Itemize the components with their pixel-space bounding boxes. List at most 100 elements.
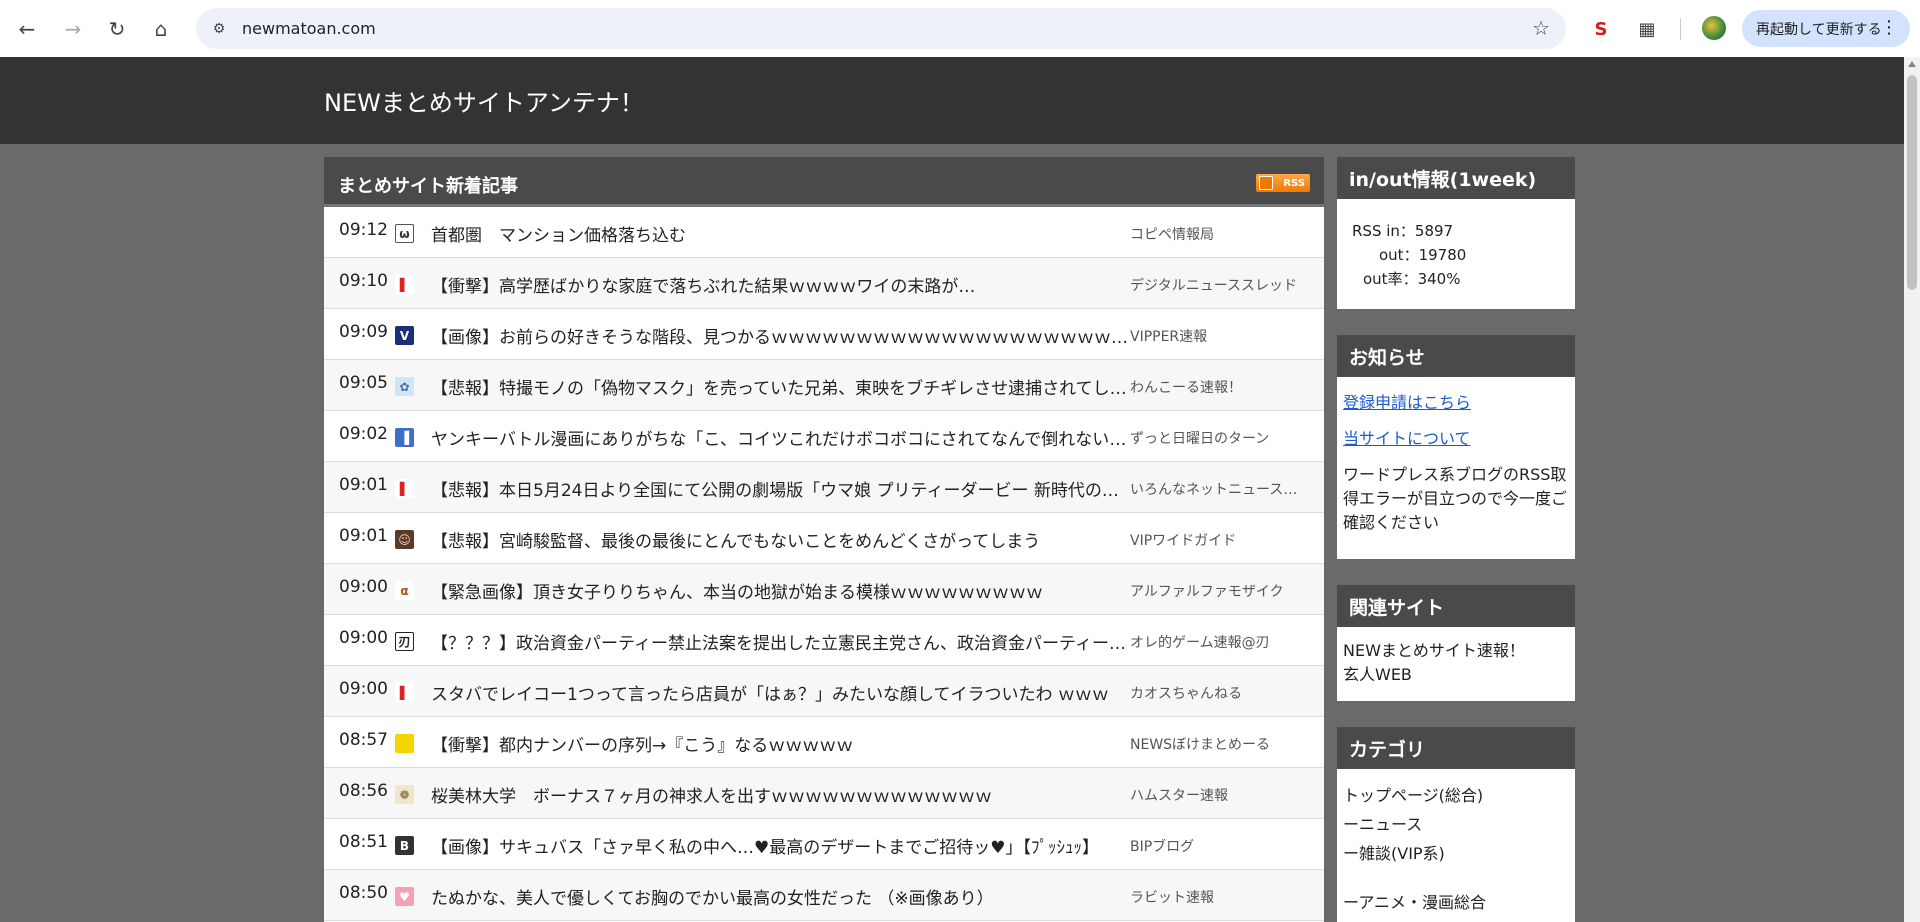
menu-dots-icon[interactable]: ⋮ (1880, 17, 1898, 38)
v-icon: V (395, 326, 414, 345)
inout-widget: in/out情報(1week) RSS in：5897 out：19780 ou… (1337, 157, 1575, 309)
register-link[interactable]: 登録申請はこちら (1343, 391, 1569, 415)
notice-text: ワードプレス系ブログのRSS取得エラーが目立つので今一度ご確認ください (1343, 465, 1568, 532)
notice-widget: お知らせ 登録申請はこちら 当サイトについて ワードプレス系ブログのRSS取得エ… (1337, 335, 1575, 559)
restart-update-button[interactable]: 再起動して更新する ⋮ (1742, 10, 1910, 47)
reload-icon[interactable]: ↻ (102, 14, 132, 44)
article-source-link[interactable]: わんこーる速報！ (1130, 377, 1310, 397)
home-icon[interactable]: ⌂ (146, 14, 176, 44)
article-row[interactable]: 09:10 ▌ 【衝撃】高学歴ばかりな家庭で落ちぶれた結果ｗｗｗｗワイの末路が… デジ… (324, 258, 1324, 309)
article-headline-link[interactable]: スタバでレイコー1つって言ったら店員が「はぁ？」みたいな顔してイラついたわ ｗｗ… (431, 680, 1129, 705)
article-headline-link[interactable]: 【悲報】特撮モノの「偽物マスク」を売っていた兄弟、東映をブチギレさせ逮捕されてし… (431, 374, 1129, 399)
article-row[interactable]: 09:05 ✿ 【悲報】特撮モノの「偽物マスク」を売っていた兄弟、東映をブチギレさせ… (324, 360, 1324, 411)
article-row[interactable]: 09:00 ▌ スタバでレイコー1つって言ったら店員が「はぁ？」みたいな顔してイラつ… (324, 666, 1324, 717)
article-headline-link[interactable]: 【悲報】宮崎駿監督、最後の最後にとんでもないことをめんどくさがってしまう (431, 527, 1129, 552)
article-time: 09:00 (339, 577, 388, 597)
article-source-link[interactable]: コピペ情報局 (1130, 224, 1310, 244)
article-headline-link[interactable]: 【緊急画像】頂き女子りりちゃん、本当の地獄が始まる模様ｗｗｗｗｗｗｗｗｗ (431, 578, 1129, 603)
article-headline-link[interactable]: 首都圏 マンション価格落ち込む (431, 221, 1129, 246)
article-source-link[interactable]: いろんなネットニュースまとめ (1130, 479, 1310, 499)
article-headline-link[interactable]: 【衝撃】都内ナンバーの序列→『こう』なるｗｗｗｗｗ (431, 731, 1129, 756)
scroll-up-icon[interactable] (1908, 61, 1916, 67)
article-source-link[interactable]: ずっと日曜日のターン (1130, 428, 1310, 448)
article-time: 09:05 (339, 373, 388, 393)
site-header: NEWまとめサイトアンテナ！ (0, 57, 1904, 144)
red-box-icon: ▌ (395, 275, 414, 294)
category-item[interactable]: ーアニメ・漫画総合 (1343, 888, 1569, 917)
category-item[interactable]: トップページ(総合) (1343, 781, 1569, 810)
about-link[interactable]: 当サイトについて (1343, 427, 1569, 451)
article-source-link[interactable]: アルファルファモザイク (1130, 581, 1310, 601)
url-text[interactable]: newmatoan.com (242, 19, 376, 38)
article-headline-link[interactable]: 【衝撃】高学歴ばかりな家庭で落ちぶれた結果ｗｗｗｗワイの末路が… (431, 272, 1129, 297)
profile-avatar[interactable] (1702, 16, 1726, 40)
rabbit-icon: ♥ (395, 887, 414, 906)
rss-icon (1259, 176, 1273, 190)
anime-icon: ✿ (395, 377, 414, 396)
bookmark-star-icon[interactable]: ☆ (1532, 16, 1550, 40)
article-row[interactable]: 09:00 α 【緊急画像】頂き女子りりちゃん、本当の地獄が始まる模様ｗｗｗｗｗｗｗ… (324, 564, 1324, 615)
article-list-panel: まとめサイト新着記事 RSS 09:12 ω 首都圏 マンション価格落ち込む コピペ情… (324, 157, 1324, 922)
forward-icon[interactable]: → (58, 14, 88, 44)
article-source-link[interactable]: デジタルニューススレッド (1130, 275, 1310, 295)
article-time: 09:09 (339, 322, 388, 342)
article-row[interactable]: 08:50 ♥ たぬかな、美人で優しくてお胸のでかい最高の女性だった （※画像あり）… (324, 870, 1324, 921)
related-sites-widget: 関連サイト NEWまとめサイト速報！ 玄人WEB (1337, 585, 1575, 701)
article-row[interactable]: 09:01 ☺ 【悲報】宮崎駿監督、最後の最後にとんでもないことをめんどくさがってし… (324, 513, 1324, 564)
article-headline-link[interactable]: 桜美林大学 ボーナス７ヶ月の神求人を出すｗｗｗｗｗｗｗｗｗｗｗｗｗ (431, 782, 1129, 807)
article-row[interactable]: 08:56 ❁ 桜美林大学 ボーナス７ヶ月の神求人を出すｗｗｗｗｗｗｗｗｗｗｗｗｗ ハ… (324, 768, 1324, 819)
blue-box-icon: ▐ (395, 428, 414, 447)
article-time: 09:02 (339, 424, 388, 444)
article-row[interactable]: 09:12 ω 首都圏 マンション価格落ち込む コピペ情報局 (324, 207, 1324, 258)
extensions-puzzle-icon[interactable]: ▦ (1634, 16, 1660, 42)
article-row[interactable]: 09:09 V 【画像】お前らの好きそうな階段、見つかるｗｗｗｗｗｗｗｗｗｗｗｗｗｗ… (324, 309, 1324, 360)
related-site-item[interactable]: 玄人WEB (1343, 663, 1569, 687)
related-sites-title: 関連サイト (1337, 585, 1575, 627)
related-site-item[interactable]: NEWまとめサイト速報！ (1343, 639, 1569, 663)
red-box-icon: ▌ (395, 479, 414, 498)
article-row[interactable]: 09:02 ▐ ヤンキーバトル漫画にありがちな「こ、コイツこれだけボコボコにされてな… (324, 411, 1324, 462)
article-row[interactable]: 08:57 【衝撃】都内ナンバーの序列→『こう』なるｗｗｗｗｗ NEWSぼけまとめー… (324, 717, 1324, 768)
article-source-link[interactable]: VIPワイドガイド (1130, 530, 1310, 550)
article-time: 09:12 (339, 220, 388, 240)
article-source-link[interactable]: カオスちゃんねる (1130, 683, 1310, 703)
b-icon: B (395, 836, 414, 855)
article-row[interactable]: 09:00 刃【？？？】政治資金パーティー禁止法案を提出した立憲民主党さん、政治資… (324, 615, 1324, 666)
article-rows: 09:12 ω 首都圏 マンション価格落ち込む コピペ情報局 09:10 ▌ 【衝撃】高学歴… (324, 207, 1324, 921)
article-source-link[interactable]: ハムスター速報 (1130, 785, 1310, 805)
page-scrollbar[interactable] (1904, 57, 1920, 922)
red-box-icon: ▌ (395, 683, 414, 702)
article-headline-link[interactable]: ヤンキーバトル漫画にありがちな「こ、コイツこれだけボコボコにされてなんで倒れない… (431, 425, 1129, 450)
article-row[interactable]: 08:51 B 【画像】サキュバス「さァ早く私の中へ…♥最高のデザートまでご招待ッ♥… (324, 819, 1324, 870)
toolbar-divider (1680, 18, 1681, 40)
article-time: 08:51 (339, 832, 388, 852)
scrollbar-thumb[interactable] (1907, 75, 1917, 290)
article-headline-link[interactable]: たぬかな、美人で優しくてお胸のでかい最高の女性だった （※画像あり） (431, 884, 1129, 909)
article-headline-link[interactable]: 【画像】サキュバス「さァ早く私の中へ…♥最高のデザートまでご招待ッ♥」【ﾌﾟｯｼ… (431, 833, 1129, 858)
article-source-link[interactable]: BIPブログ (1130, 836, 1310, 856)
portrait-icon: ☺ (395, 530, 414, 549)
article-headline-link[interactable]: 【画像】お前らの好きそうな階段、見つかるｗｗｗｗｗｗｗｗｗｗｗｗｗｗｗｗｗｗｗｗ… (431, 323, 1129, 348)
category-item[interactable]: ー雑談(VIP系) (1343, 839, 1569, 868)
yellow-square-icon (395, 734, 414, 753)
rss-feed-button[interactable]: RSS (1256, 174, 1310, 192)
article-source-link[interactable]: ラビット速報 (1130, 887, 1310, 907)
out-count: out：19780 (1379, 246, 1467, 264)
article-headline-link[interactable]: 【？？？】政治資金パーティー禁止法案を提出した立憲民主党さん、政治資金パーティー… (431, 629, 1129, 654)
article-time: 08:50 (339, 883, 388, 903)
blade-icon: 刃 (395, 632, 414, 651)
back-icon[interactable]: ← (12, 14, 42, 44)
seo-extension-icon[interactable]: S (1588, 16, 1614, 42)
article-source-link[interactable]: NEWSぼけまとめーる (1130, 734, 1310, 754)
category-item[interactable]: ーニュース (1343, 810, 1569, 839)
article-row[interactable]: 09:01 ▌ 【悲報】本日5月24日より全国にて公開の劇場版「ウマ娘 プリティーダ… (324, 462, 1324, 513)
site-info-icon[interactable]: ⚙ (208, 18, 230, 40)
site-title[interactable]: NEWまとめサイトアンテナ！ (324, 83, 644, 118)
inout-widget-title: in/out情報(1week) (1337, 157, 1575, 199)
article-source-link[interactable]: VIPPER速報 (1130, 326, 1310, 346)
address-bar[interactable]: ⚙ newmatoan.com ☆ (196, 8, 1566, 49)
article-list-title: まとめサイト新着記事 (338, 176, 518, 197)
article-headline-link[interactable]: 【悲報】本日5月24日より全国にて公開の劇場版「ウマ娘 プリティーダービー 新時… (431, 476, 1129, 501)
article-source-link[interactable]: オレ的ゲーム速報@刃 (1130, 632, 1310, 652)
rss-in-count: RSS in：5897 (1352, 222, 1454, 240)
